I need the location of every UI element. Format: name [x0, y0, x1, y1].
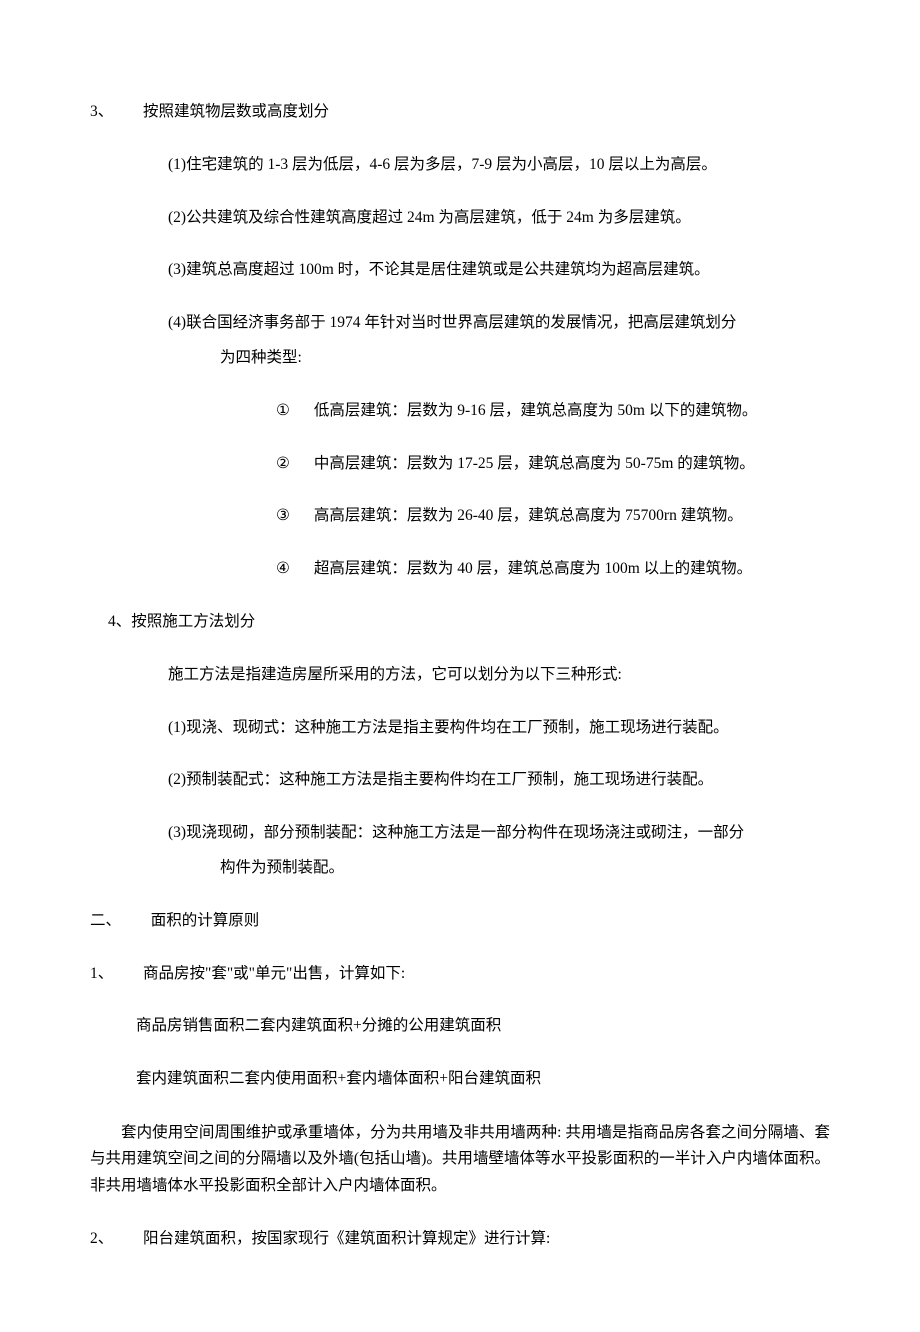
- part-2-item-1-line-1: 商品房销售面积二套内建筑面积+分摊的公用建筑面积: [136, 1014, 830, 1039]
- section-3-item-4-line-b: 为四种类型:: [220, 346, 830, 371]
- circled-number-1: ①: [276, 399, 310, 424]
- part-2-title: 面积的计算原则: [151, 912, 260, 929]
- part-2-item-1-title: 商品房按"套"或"单元"出售，计算如下:: [143, 965, 405, 982]
- section-4-intro: 施工方法是指建造房屋所采用的方法，它可以划分为以下三种形式:: [168, 663, 830, 688]
- section-4-heading: 4、按照施工方法划分: [108, 610, 830, 635]
- part-2-item-2-title: 阳台建筑面积，按国家现行《建筑面积计算规定》进行计算:: [143, 1230, 550, 1247]
- part-2-item-1-heading: 1、 商品房按"套"或"单元"出售，计算如下:: [90, 962, 830, 987]
- section-3-circled-list: ① 低高层建筑：层数为 9-16 层，建筑总高度为 50m 以下的建筑物。 ② …: [276, 399, 830, 582]
- circled-text-2: 中高层建筑：层数为 17-25 层，建筑总高度为 50-75m 的建筑物。: [314, 455, 755, 472]
- section-3-item-1: (1)住宅建筑的 1-3 层为低层，4-6 层为多层，7-9 层为小高层，10 …: [168, 153, 830, 178]
- part-2-item-2-number: 2、: [90, 1227, 113, 1252]
- section-3-number: 3、: [90, 100, 113, 125]
- section-3-body: (1)住宅建筑的 1-3 层为低层，4-6 层为多层，7-9 层为小高层，10 …: [168, 153, 830, 582]
- section-3-item-4-line-a: (4)联合国经济事务部于 1974 年针对当时世界高层建筑的发展情况，把高层建筑…: [168, 311, 830, 336]
- circled-number-2: ②: [276, 452, 310, 477]
- part-2-item-1-number: 1、: [90, 962, 113, 987]
- circled-number-3: ③: [276, 504, 310, 529]
- part-2-item-1-line-2: 套内建筑面积二套内使用面积+套内墙体面积+阳台建筑面积: [136, 1067, 830, 1092]
- part-2-number: 二、: [90, 909, 121, 934]
- circled-item-4: ④ 超高层建筑：层数为 40 层，建筑总高度为 100m 以上的建筑物。: [276, 557, 830, 582]
- section-4-body: 施工方法是指建造房屋所采用的方法，它可以划分为以下三种形式: (1)现浇、现砌式…: [168, 663, 830, 881]
- section-4-item-1: (1)现浇、现砌式：这种施工方法是指主要构件均在工厂预制，施工现场进行装配。: [168, 716, 830, 741]
- circled-item-2: ② 中高层建筑：层数为 17-25 层，建筑总高度为 50-75m 的建筑物。: [276, 452, 830, 477]
- circled-text-3: 高高层建筑：层数为 26-40 层，建筑总高度为 75700rn 建筑物。: [314, 507, 743, 524]
- section-4-item-3-b: 构件为预制装配。: [220, 856, 830, 881]
- circled-number-4: ④: [276, 557, 310, 582]
- section-3-heading: 3、 按照建筑物层数或高度划分: [90, 100, 830, 125]
- circled-item-3: ③ 高高层建筑：层数为 26-40 层，建筑总高度为 75700rn 建筑物。: [276, 504, 830, 529]
- part-2-heading: 二、 面积的计算原则: [90, 909, 830, 934]
- section-3-item-2: (2)公共建筑及综合性建筑高度超过 24m 为高层建筑，低于 24m 为多层建筑…: [168, 206, 830, 231]
- section-3-item-3: (3)建筑总高度超过 100m 时，不论其是居住建筑或是公共建筑均为超高层建筑。: [168, 258, 830, 283]
- part-2-item-2-heading: 2、 阳台建筑面积，按国家现行《建筑面积计算规定》进行计算:: [90, 1227, 830, 1252]
- circled-text-1: 低高层建筑：层数为 9-16 层，建筑总高度为 50m 以下的建筑物。: [314, 402, 757, 419]
- section-4-item-3-a: (3)现浇现砌，部分预制装配：这种施工方法是一部分构件在现场浇注或砌注，一部分: [168, 821, 830, 846]
- section-3-title: 按照建筑物层数或高度划分: [143, 103, 329, 120]
- section-4-item-2: (2)预制装配式：这种施工方法是指主要构件均在工厂预制，施工现场进行装配。: [168, 768, 830, 793]
- circled-text-4: 超高层建筑：层数为 40 层，建筑总高度为 100m 以上的建筑物。: [314, 560, 752, 577]
- circled-item-1: ① 低高层建筑：层数为 9-16 层，建筑总高度为 50m 以下的建筑物。: [276, 399, 830, 424]
- part-2-paragraph: 套内使用空间周围维护或承重墙体，分为共用墙及非共用墙两种: 共用墙是指商品房各套…: [90, 1120, 830, 1199]
